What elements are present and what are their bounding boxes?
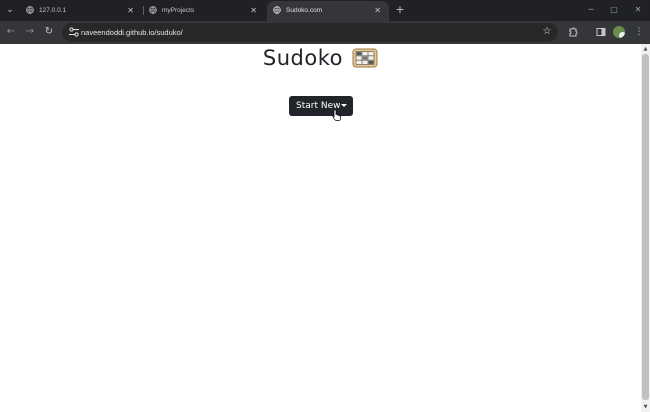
caret-down-icon bbox=[341, 104, 347, 107]
close-icon[interactable]: ✕ bbox=[250, 0, 257, 21]
page-content: Sudoko Start New bbox=[0, 44, 641, 412]
tab-search-icon[interactable]: ⌄ bbox=[3, 3, 17, 17]
globe-icon bbox=[273, 6, 281, 14]
scroll-down-arrow-icon[interactable]: ▼ bbox=[642, 403, 649, 411]
hand-pointer-icon bbox=[332, 109, 342, 121]
vertical-scrollbar[interactable]: ▲ ▼ bbox=[641, 44, 650, 412]
tab-myprojects[interactable]: myProjects ✕ bbox=[143, 0, 265, 21]
url-text: naveendoddi.github.io/suduko/ bbox=[81, 28, 183, 37]
start-new-button[interactable]: Start New bbox=[289, 96, 353, 116]
tab-localhost[interactable]: 127.0.0.1 ✕ bbox=[20, 0, 142, 21]
close-window-button[interactable]: ✕ bbox=[629, 0, 647, 21]
tab-sudoko-active[interactable]: Sudoko.com ✕ bbox=[267, 1, 389, 21]
close-icon[interactable]: ✕ bbox=[127, 0, 134, 21]
globe-icon bbox=[149, 6, 157, 14]
site-settings-icon[interactable] bbox=[68, 26, 80, 38]
scrollbar-thumb[interactable] bbox=[642, 54, 649, 400]
browser-toolbar: ← → ↻ naveendoddi.github.io/suduko/ ☆ ⋮ bbox=[0, 21, 650, 44]
minimize-button[interactable]: ─ bbox=[582, 0, 600, 21]
scroll-up-arrow-icon[interactable]: ▲ bbox=[642, 45, 649, 53]
side-panel-icon[interactable] bbox=[594, 25, 608, 39]
profile-avatar[interactable] bbox=[613, 26, 625, 38]
tab-title: myProjects bbox=[162, 7, 195, 14]
reload-button[interactable]: ↻ bbox=[42, 25, 56, 39]
close-icon[interactable]: ✕ bbox=[374, 1, 381, 20]
page-heading: Sudoko bbox=[0, 46, 641, 74]
arrow-left-icon: ← bbox=[6, 26, 16, 37]
back-button[interactable]: ← bbox=[4, 25, 18, 39]
globe-icon bbox=[26, 6, 34, 14]
page-title: Sudoko bbox=[262, 46, 343, 70]
reload-icon: ↻ bbox=[44, 26, 54, 37]
bookmark-star-icon[interactable]: ☆ bbox=[540, 24, 554, 40]
tab-title: 127.0.0.1 bbox=[39, 7, 67, 14]
arrow-right-icon: → bbox=[25, 26, 35, 37]
extensions-icon[interactable] bbox=[566, 25, 580, 39]
tab-title: Sudoko.com bbox=[286, 7, 323, 14]
tab-strip: ⌄ 127.0.0.1 ✕ myProjects ✕ Sudoko.com ✕ … bbox=[0, 0, 650, 21]
sudoku-grid-icon bbox=[352, 48, 378, 68]
more-menu-icon[interactable]: ⋮ bbox=[632, 25, 646, 39]
new-tab-button[interactable]: + bbox=[394, 1, 406, 19]
maximize-button[interactable]: ▢ bbox=[605, 0, 623, 21]
address-bar[interactable]: naveendoddi.github.io/suduko/ ☆ bbox=[62, 23, 558, 42]
forward-button[interactable]: → bbox=[23, 25, 37, 39]
